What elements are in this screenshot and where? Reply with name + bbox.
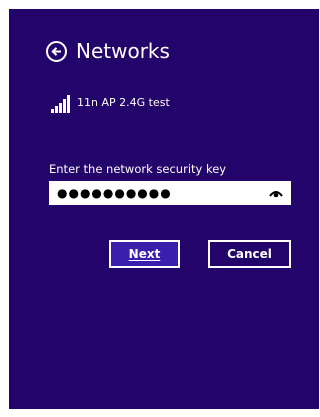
security-key-label: Enter the network security key [49,162,227,176]
network-flyout-panel: Networks 11n AP 2.4G test Enter the netw… [9,9,319,409]
back-arrow-icon [51,46,61,56]
security-key-value: ●●●●●●●●●● [57,186,172,200]
reveal-password-button[interactable] [269,188,283,198]
network-name: 11n AP 2.4G test [77,96,170,109]
network-item: 11n AP 2.4G test [51,95,170,113]
eye-icon [269,190,283,197]
next-button-label: Next [128,247,161,261]
header: Networks [46,39,170,63]
security-key-input[interactable]: ●●●●●●●●●● [49,181,291,205]
next-button[interactable]: Next [109,240,180,268]
page-title: Networks [76,39,170,63]
cancel-button[interactable]: Cancel [208,240,291,268]
back-button[interactable] [46,40,67,62]
signal-bars-icon [51,95,71,113]
cancel-button-label: Cancel [227,247,272,261]
